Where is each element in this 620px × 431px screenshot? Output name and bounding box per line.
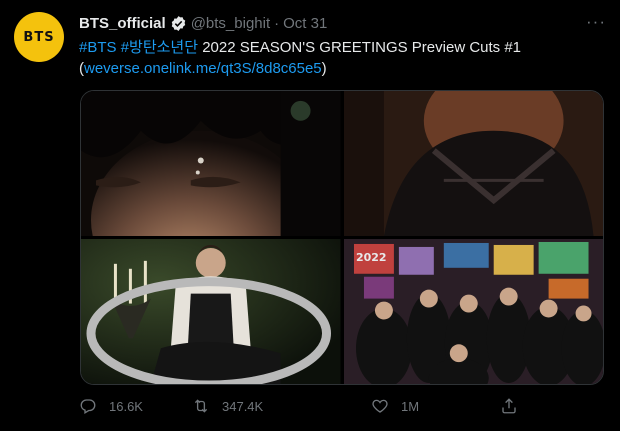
reply-icon [80, 399, 96, 414]
photo-4[interactable]: 2022 [343, 239, 603, 384]
hashtag-korean[interactable]: #방탄소년단 [121, 39, 198, 56]
heart-icon [372, 399, 388, 413]
retweet-count: 347.4K [222, 398, 264, 414]
tweet-body: 2022 SEASON'S GREETINGS Preview Cuts #1 [198, 39, 522, 56]
retweet-icon [194, 399, 208, 413]
photo-1[interactable] [81, 91, 341, 236]
reply-button[interactable]: 16.6K [79, 397, 143, 415]
reply-count: 16.6K [109, 398, 143, 414]
separator-dot: · [274, 14, 280, 32]
avatar[interactable]: BTS [14, 12, 64, 62]
photo-3[interactable] [81, 239, 341, 384]
retweet-button[interactable]: 347.4K [192, 397, 263, 415]
paren-close: ) [321, 60, 327, 77]
tweet-date[interactable]: Oct 31 [283, 15, 327, 32]
media-grid: 2022 [80, 90, 604, 385]
tweet-header: BTS_official @bts_bighit · Oct 31 ··· [79, 12, 606, 34]
verified-icon [171, 15, 185, 31]
like-button[interactable]: 1M [371, 397, 419, 415]
share-icon [502, 398, 516, 414]
tweet-text: #BTS #방탄소년단 2022 SEASON'S GREETINGS Prev… [79, 37, 606, 79]
photo-2[interactable] [343, 91, 603, 236]
share-button[interactable] [500, 397, 530, 415]
like-count: 1M [401, 398, 420, 414]
tweet-link[interactable]: weverse.onelink.me/qt3S/8d8c65e5 [84, 60, 322, 77]
badge-2022: 2022 [355, 251, 386, 264]
action-bar: 16.6K 347.4K 1M [79, 397, 519, 421]
display-name[interactable]: BTS_official [79, 15, 166, 32]
handle[interactable]: @bts_bighit [191, 15, 270, 32]
more-options-icon[interactable]: ··· [586, 12, 606, 32]
avatar-text: BTS [23, 29, 55, 45]
hashtag-bts[interactable]: #BTS [79, 39, 117, 56]
